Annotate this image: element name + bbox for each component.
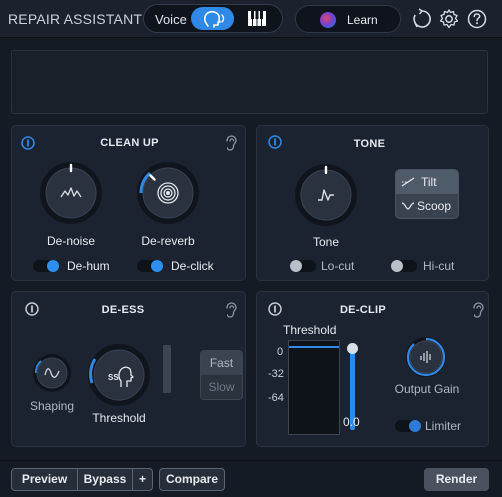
declip-title: DE-CLIP: [339, 304, 387, 316]
deess-threshold-knob[interactable]: SS: [87, 343, 151, 407]
history-icon[interactable]: [411, 8, 433, 30]
deess-title: DE-ESS: [101, 304, 145, 316]
fast-option[interactable]: Fast: [201, 351, 242, 375]
clip-threshold-line: [289, 346, 339, 348]
cleanup-title: CLEAN UP: [100, 137, 159, 149]
deess-meter: [163, 345, 171, 393]
locut-toggle-knob: [290, 260, 302, 272]
scale-tick-0: 0: [277, 346, 284, 358]
voice-head-icon: [203, 10, 225, 28]
clip-meter-display: [288, 340, 340, 435]
scale-tick-64: -64: [268, 392, 284, 404]
mode-label: Voice: [155, 12, 187, 27]
learn-label: Learn: [347, 13, 378, 27]
limiter-toggle[interactable]: [395, 420, 421, 432]
output-gain-label: Output Gain: [394, 382, 460, 396]
header-bar: REPAIR ASSISTANT Voice Learn: [0, 0, 502, 38]
slow-option[interactable]: Slow: [201, 375, 242, 399]
ear-icon[interactable]: [471, 302, 485, 318]
limiter-label: Limiter: [425, 419, 462, 433]
cleanup-module: CLEAN UP De-noise De-reverb De-hum De-cl…: [11, 125, 246, 281]
declick-toggle[interactable]: [137, 260, 163, 272]
bypass-button[interactable]: Bypass: [78, 469, 133, 490]
deess-threshold-label: Threshold: [92, 411, 146, 425]
tone-title: TONE: [353, 138, 386, 150]
scoop-option[interactable]: Scoop: [396, 194, 458, 218]
dehum-toggle[interactable]: [33, 260, 59, 272]
piano-icon: [248, 11, 266, 26]
add-button[interactable]: +: [133, 469, 152, 490]
reverb-rings-icon: [157, 182, 179, 204]
scoop-icon: [401, 202, 415, 210]
declip-threshold-label: Threshold: [283, 323, 337, 337]
compare-button[interactable]: Compare: [159, 468, 225, 491]
shaping-label: Shaping: [29, 399, 75, 413]
scoop-label: Scoop: [417, 199, 452, 213]
mode-switch: Voice: [143, 4, 283, 33]
bottom-bar: Preview Bypass + Compare Render: [0, 460, 502, 497]
hicut-label: Hi-cut: [423, 259, 455, 273]
denoise-label: De-noise: [46, 234, 96, 248]
shaping-knob[interactable]: [32, 353, 72, 393]
tone-mode-switch: Tilt Scoop: [395, 169, 459, 219]
compare-label: Compare: [165, 472, 218, 486]
denoise-knob[interactable]: [39, 161, 103, 225]
dehum-toggle-knob: [47, 260, 59, 272]
app-title: REPAIR ASSISTANT: [8, 11, 143, 27]
music-mode-button[interactable]: [242, 7, 272, 30]
tilt-icon: [401, 177, 415, 187]
preview-button[interactable]: Preview: [12, 469, 78, 490]
threshold-slider-handle[interactable]: [347, 343, 358, 354]
waveform-display: [11, 50, 488, 114]
learn-orb-icon: [320, 12, 336, 28]
limiter-toggle-knob: [409, 420, 421, 432]
output-gain-knob[interactable]: [405, 336, 447, 378]
scale-tick-32: -32: [268, 368, 284, 380]
preview-bypass-group: Preview Bypass +: [11, 468, 153, 491]
declick-label: De-click: [171, 259, 214, 273]
tone-label: Tone: [312, 235, 340, 249]
svg-text:SS: SS: [108, 373, 119, 382]
deess-module: DE-ESS Shaping SS Threshold Fast Slow: [11, 291, 246, 447]
tone-module: TONE Tone Tilt Scoop Lo-cut Hi-cut: [256, 125, 489, 281]
declick-toggle-knob: [151, 260, 163, 272]
dereverb-label: De-reverb: [141, 234, 195, 248]
dehum-label: De-hum: [67, 259, 110, 273]
hicut-toggle[interactable]: [391, 260, 417, 272]
locut-label: Lo-cut: [321, 259, 355, 273]
hicut-toggle-knob: [391, 260, 403, 272]
locut-toggle[interactable]: [290, 260, 316, 272]
gear-icon[interactable]: [438, 8, 460, 30]
render-label: Render: [435, 472, 478, 486]
tilt-label: Tilt: [421, 175, 437, 189]
learn-button[interactable]: Learn: [295, 5, 401, 33]
voice-mode-button[interactable]: [191, 7, 234, 30]
ear-icon[interactable]: [224, 302, 238, 318]
declip-threshold-value: 0.0: [343, 415, 360, 429]
dereverb-knob[interactable]: [136, 161, 200, 225]
render-button[interactable]: Render: [424, 468, 489, 491]
help-icon[interactable]: [466, 8, 488, 30]
declip-module: DE-CLIP Threshold 0 -32 -64 0.0 Output G…: [256, 291, 489, 447]
deess-speed-switch: Fast Slow: [200, 350, 243, 400]
tone-knob[interactable]: [294, 163, 358, 227]
tilt-option[interactable]: Tilt: [396, 170, 458, 194]
ear-icon[interactable]: [224, 135, 238, 151]
